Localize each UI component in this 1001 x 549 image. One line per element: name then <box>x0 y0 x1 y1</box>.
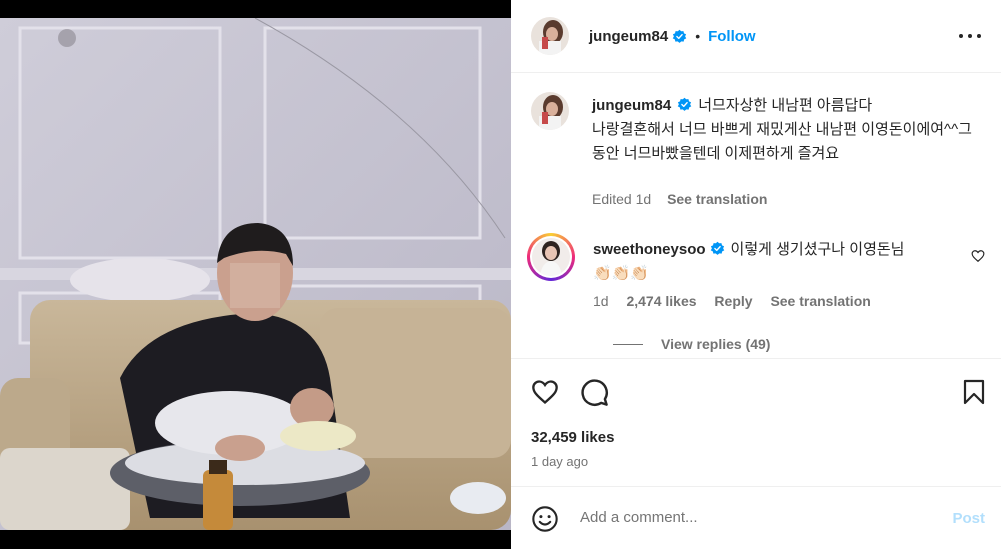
view-replies-label: View replies (49) <box>661 336 771 352</box>
caption-author-username[interactable]: jungeum84 <box>592 97 671 114</box>
comment-meta: 1d 2,474 likes Reply See translation <box>593 293 885 309</box>
view-replies-button[interactable]: View replies (49) <box>613 336 770 352</box>
add-comment-input[interactable] <box>580 509 910 526</box>
post-media-pane <box>0 0 511 549</box>
comment-composer: Post <box>511 486 1001 549</box>
comment-see-translation-link[interactable]: See translation <box>770 293 870 309</box>
post-comment-button[interactable]: Post <box>952 510 985 527</box>
commenter-username[interactable]: sweethoneysoo <box>593 241 706 258</box>
emoji-smiley-icon[interactable] <box>531 505 559 533</box>
comment-age[interactable]: 1d <box>593 293 609 309</box>
more-options-icon[interactable] <box>959 26 981 46</box>
bookmark-icon[interactable] <box>962 378 986 406</box>
caption-line-1: 너므자상한 내남편 아름답다 <box>698 97 873 114</box>
follow-button[interactable]: Follow <box>708 28 756 45</box>
story-ring[interactable] <box>527 233 575 281</box>
commenter-avatar[interactable] <box>532 238 570 276</box>
reply-button[interactable]: Reply <box>714 293 752 309</box>
comment-emoji: 👏🏻👏🏻👏🏻 <box>593 265 650 282</box>
likes-count[interactable]: 32,459 likes <box>531 429 614 446</box>
comment-body: sweethoneysoo 이렇게 생기셨구나 이영돈님 👏🏻👏🏻👏🏻 <box>593 238 963 286</box>
caption-body: jungeum84 너므자상한 내남편 아름답다 나랑결혼해서 너므 바쁘게 재밌… <box>592 94 972 166</box>
verified-badge-icon <box>677 97 692 111</box>
verified-badge-icon <box>672 29 687 43</box>
caption-age[interactable]: 1d <box>636 191 652 207</box>
caption-author-avatar[interactable] <box>531 92 569 130</box>
post-header: jungeum84 • Follow <box>511 0 1001 73</box>
separator-dot: • <box>695 28 701 44</box>
post-timestamp: 1 day ago <box>531 454 589 469</box>
heart-icon[interactable] <box>530 378 560 406</box>
post-details-pane: jungeum84 • Follow jungeum84 너므자상한 내남편 아름… <box>511 0 1001 549</box>
caption-line-2: 나랑결혼해서 너므 바쁘게 재밌게산 내남편 이영돈이에여^^그동안 너므바빴을… <box>592 121 972 162</box>
edited-label: Edited <box>592 191 632 207</box>
comment-like-heart-icon[interactable] <box>971 249 985 263</box>
post-photo[interactable] <box>0 18 511 530</box>
replies-divider-line <box>613 343 643 345</box>
caption-meta: Edited 1d See translation <box>592 191 767 207</box>
see-translation-link[interactable]: See translation <box>667 191 767 207</box>
author-avatar[interactable] <box>531 17 569 55</box>
comment-text: 이렇게 생기셨구나 이영돈님 <box>730 241 905 258</box>
comment-bubble-icon[interactable] <box>580 378 609 407</box>
comment-likes-count[interactable]: 2,474 likes <box>626 293 696 309</box>
verified-badge-icon <box>710 241 724 255</box>
author-username[interactable]: jungeum84 <box>589 28 668 45</box>
